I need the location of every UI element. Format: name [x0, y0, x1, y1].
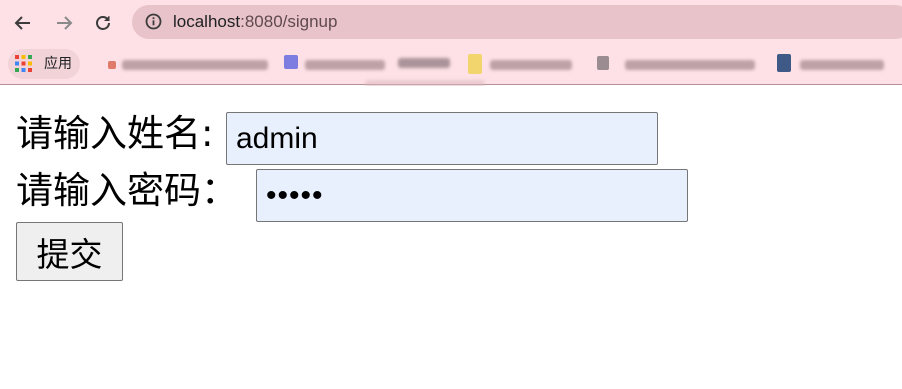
- browser-toolbar: localhost:8080/signup: [0, 0, 902, 45]
- bookmark-label-blurred: [305, 60, 385, 70]
- bookmark-favicon-icon: [108, 61, 116, 69]
- bookmark-label-blurred: [800, 60, 884, 70]
- name-input[interactable]: [226, 112, 658, 165]
- url-host: localhost: [173, 12, 241, 31]
- forward-button[interactable]: [50, 9, 78, 37]
- bookmark-label-blurred: [625, 60, 755, 70]
- url-path: :8080/signup: [240, 12, 338, 31]
- url-text[interactable]: localhost:8080/signup: [173, 11, 337, 33]
- folder-icon: [468, 54, 482, 74]
- password-label: 请输入密码：: [16, 169, 238, 212]
- name-label: 请输入姓名:: [16, 112, 214, 155]
- submit-button[interactable]: 提交: [16, 222, 123, 281]
- bookmark-favicon-icon: [777, 54, 791, 72]
- bookmark-favicon-icon: [597, 56, 609, 70]
- apps-label: 应用: [44, 56, 72, 72]
- bookmark-label-blurred: [122, 60, 268, 70]
- forward-arrow-icon: [57, 16, 73, 30]
- back-arrow-icon: [14, 16, 30, 30]
- reload-icon: [96, 16, 110, 30]
- apps-grid-icon: [15, 55, 32, 72]
- bookmark-label-blurred: [490, 60, 572, 70]
- password-input[interactable]: [256, 169, 688, 222]
- page-content: 请输入姓名: 请输入密码： 提交: [0, 86, 902, 389]
- bookmark-label-blurred: [398, 58, 450, 68]
- bookmark-favicon-icon: [284, 55, 298, 69]
- reload-button[interactable]: [89, 9, 117, 37]
- back-button[interactable]: [9, 9, 37, 37]
- site-info-icon[interactable]: [145, 13, 162, 30]
